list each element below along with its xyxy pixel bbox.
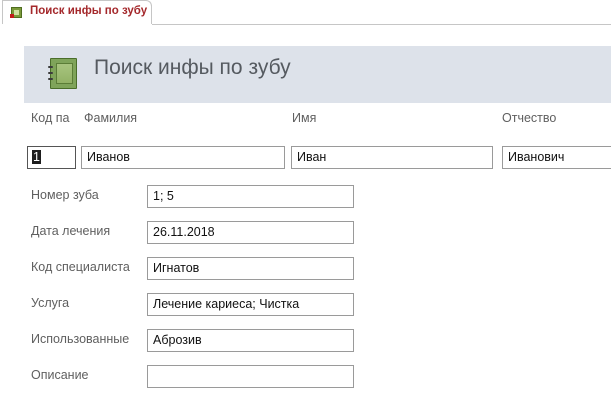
tooth-number-field[interactable]: 1; 5: [147, 185, 354, 208]
label-patronymic: Отчество: [502, 111, 557, 125]
patronymic-field[interactable]: Иванович: [502, 146, 611, 169]
binder-ring: [48, 72, 53, 74]
tab-divider: [152, 24, 611, 25]
form-icon: [48, 58, 77, 89]
label-surname: Фамилия: [84, 111, 138, 125]
treatment-date-field[interactable]: 26.11.2018: [147, 221, 354, 244]
form-icon: [10, 7, 22, 18]
label-service: Услуга: [31, 296, 70, 310]
document-tab[interactable]: Поиск инфы по зубу: [2, 0, 152, 24]
label-name: Имя: [292, 111, 317, 125]
service-field[interactable]: Лечение кариеса; Чистка: [147, 293, 354, 316]
document-tab-label: Поиск инфы по зубу: [30, 5, 148, 17]
patient-code-value: 1: [32, 150, 41, 164]
binder-ring: [48, 78, 53, 80]
label-tooth-number: Номер зуба: [31, 188, 99, 202]
label-treatment-date: Дата лечения: [31, 224, 111, 238]
description-field[interactable]: [147, 365, 354, 388]
materials-used-field[interactable]: Аброзив: [147, 329, 354, 352]
label-patient-code: Код па: [31, 111, 70, 125]
form-title: Поиск инфы по зубу: [94, 56, 291, 79]
patient-code-field[interactable]: 1: [27, 146, 76, 169]
binder-ring: [48, 66, 53, 68]
document-tab-strip: Поиск инфы по зубу: [0, 0, 611, 25]
name-field[interactable]: Иван: [291, 146, 493, 169]
specialist-code-field[interactable]: Игнатов: [147, 257, 354, 280]
label-materials-used: Использованные: [31, 332, 130, 346]
surname-field[interactable]: Иванов: [81, 146, 285, 169]
label-description: Описание: [31, 368, 89, 382]
label-specialist-code: Код специалиста: [31, 260, 130, 274]
